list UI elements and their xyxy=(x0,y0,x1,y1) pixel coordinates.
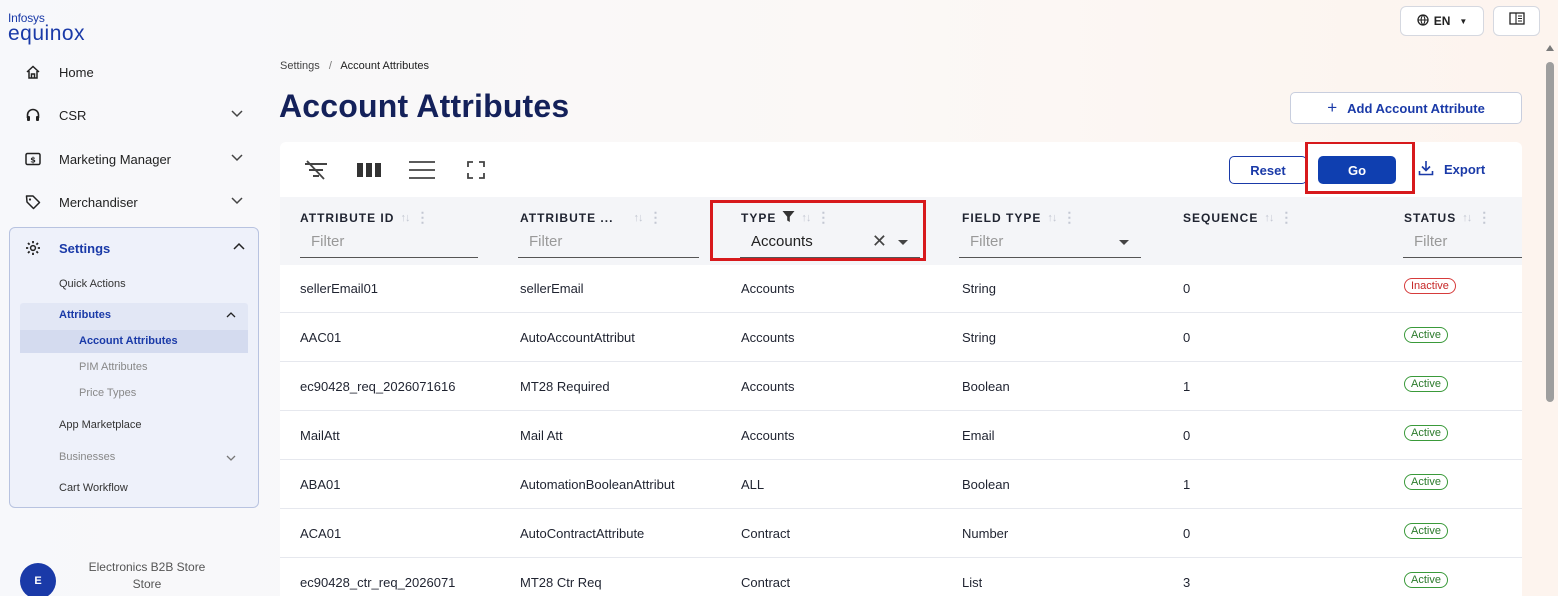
sort-icon[interactable]: ↑↓ xyxy=(633,212,643,224)
sidebar-item-marketing-manager[interactable]: $ Marketing Manager xyxy=(22,147,246,171)
chevron-down-icon[interactable] xyxy=(230,193,244,210)
store-info: Electronics B2B Store Store xyxy=(88,560,206,591)
headset-icon xyxy=(22,107,44,123)
chevron-down-icon[interactable] xyxy=(230,150,244,167)
table-row[interactable]: MailAtt Mail Att Accounts Email 0 Active xyxy=(280,411,1522,460)
sort-icon[interactable]: ↑↓ xyxy=(1047,212,1057,224)
sort-icon[interactable]: ↑↓ xyxy=(1264,212,1274,224)
status-badge: Active xyxy=(1404,376,1448,392)
column-header-field-type[interactable]: FIELD TYPE ↑↓ ⋮ xyxy=(962,209,1077,226)
sidebar-item-settings[interactable]: Settings xyxy=(22,236,246,260)
type-filter-highlight xyxy=(710,200,926,261)
panel-icon xyxy=(1508,12,1525,30)
scrollbar-thumb[interactable] xyxy=(1546,62,1554,402)
density-icon[interactable] xyxy=(408,160,436,185)
breadcrumb-current: Account Attributes xyxy=(340,60,429,72)
status-badge: Active xyxy=(1404,523,1448,539)
sidebar-item-home[interactable]: Home xyxy=(22,60,246,84)
caret-down-icon: ▼ xyxy=(1459,16,1468,26)
sort-icon[interactable]: ↑↓ xyxy=(1462,212,1472,224)
sidebar-item-quick-actions[interactable]: Quick Actions xyxy=(59,278,126,290)
reset-button[interactable]: Reset xyxy=(1229,156,1307,184)
column-menu-icon[interactable]: ⋮ xyxy=(1062,209,1077,226)
sort-icon[interactable]: ↑↓ xyxy=(400,212,410,224)
table-row[interactable]: AAC01 AutoAccountAttribut Accounts Strin… xyxy=(280,313,1522,362)
clear-filter-icon[interactable] xyxy=(302,160,330,185)
sidebar-item-app-marketplace[interactable]: App Marketplace xyxy=(59,419,142,431)
gear-icon xyxy=(22,240,44,256)
store-switcher[interactable]: E Electronics B2B Store Store xyxy=(20,560,205,596)
settings-section: Settings Quick Actions Attributes Accoun… xyxy=(9,227,259,508)
export-button[interactable]: Export xyxy=(1418,160,1485,179)
filter-field-type[interactable]: Filter xyxy=(959,230,1141,258)
status-badge: Inactive xyxy=(1404,278,1456,294)
filter-status[interactable]: Filter xyxy=(1403,230,1522,258)
sidebar-item-cart-workflow[interactable]: Cart Workflow xyxy=(59,482,128,494)
avatar: E xyxy=(20,563,56,596)
plus-icon: + xyxy=(1327,98,1338,117)
table-row[interactable]: ACA01 AutoContractAttribute Contract Num… xyxy=(280,509,1522,558)
sidebar-item-attributes[interactable]: Attributes xyxy=(59,309,111,321)
column-header-attribute-name[interactable]: ATTRIBUTE ... ↑↓ ⋮ xyxy=(520,209,663,226)
dropdown-arrow-icon[interactable] xyxy=(1119,240,1129,245)
breadcrumb-settings[interactable]: Settings xyxy=(280,60,320,72)
status-badge: Active xyxy=(1404,327,1448,343)
sidebar: Infosys equinox Home CSR $ Marketing Man… xyxy=(0,0,268,596)
sidebar-item-businesses[interactable]: Businesses xyxy=(59,451,115,463)
breadcrumb: Settings / Account Attributes xyxy=(280,60,429,72)
status-badge: Active xyxy=(1404,474,1448,490)
go-button-highlight xyxy=(1305,142,1415,194)
column-menu-icon[interactable]: ⋮ xyxy=(1477,209,1492,226)
fullscreen-icon[interactable] xyxy=(466,160,486,185)
svg-text:$: $ xyxy=(30,156,36,165)
table-row[interactable]: ABA01 AutomationBooleanAttribut ALL Bool… xyxy=(280,460,1522,509)
column-header-sequence[interactable]: SEQUENCE ↑↓ ⋮ xyxy=(1183,209,1294,226)
add-account-attribute-button[interactable]: + Add Account Attribute xyxy=(1290,92,1522,124)
home-icon xyxy=(22,64,44,80)
globe-icon xyxy=(1417,13,1429,29)
dollar-icon: $ xyxy=(22,152,44,166)
sidebar-item-csr[interactable]: CSR xyxy=(22,103,246,127)
status-badge: Active xyxy=(1404,425,1448,441)
tag-icon xyxy=(22,194,44,210)
filter-attribute-id[interactable]: Filter xyxy=(300,230,478,258)
table-row[interactable]: sellerEmail01 sellerEmail Accounts Strin… xyxy=(280,264,1522,313)
sidebar-item-account-attributes[interactable]: Account Attributes xyxy=(79,335,178,347)
columns-icon[interactable] xyxy=(356,160,382,185)
chevron-up-icon[interactable] xyxy=(232,240,246,257)
chevron-down-icon[interactable] xyxy=(225,451,237,469)
column-header-status[interactable]: STATUS ↑↓ ⋮ xyxy=(1404,209,1492,226)
table-row[interactable]: ec90428_req_2026071616 MT28 Required Acc… xyxy=(280,362,1522,411)
attributes-table-card: Reset Go Export ATTRIBUTE ID ↑↓ ⋮ Filter… xyxy=(280,142,1522,596)
page-title: Account Attributes xyxy=(279,88,570,124)
column-menu-icon[interactable]: ⋮ xyxy=(415,209,430,226)
column-header-attribute-id[interactable]: ATTRIBUTE ID ↑↓ ⋮ xyxy=(300,209,430,226)
infosys-equinox-logo[interactable]: Infosys equinox xyxy=(8,12,85,44)
panel-toggle-button[interactable] xyxy=(1493,6,1540,36)
column-menu-icon[interactable]: ⋮ xyxy=(648,209,663,226)
table-row[interactable]: ec90428_ctr_req_2026071 MT28 Ctr Req Con… xyxy=(280,558,1522,596)
sidebar-item-pim-attributes[interactable]: PIM Attributes xyxy=(79,361,147,373)
chevron-down-icon[interactable] xyxy=(230,106,244,123)
column-menu-icon[interactable]: ⋮ xyxy=(1279,209,1294,226)
language-selector[interactable]: EN ▼ xyxy=(1400,6,1484,36)
filter-attribute-name[interactable]: Filter xyxy=(518,230,699,258)
download-icon xyxy=(1418,160,1434,179)
sidebar-item-merchandiser[interactable]: Merchandiser xyxy=(22,190,246,214)
chevron-up-icon[interactable] xyxy=(225,308,237,326)
sidebar-item-price-types[interactable]: Price Types xyxy=(79,387,136,399)
status-badge: Active xyxy=(1404,572,1448,588)
scroll-up-arrow-icon[interactable] xyxy=(1546,45,1554,51)
